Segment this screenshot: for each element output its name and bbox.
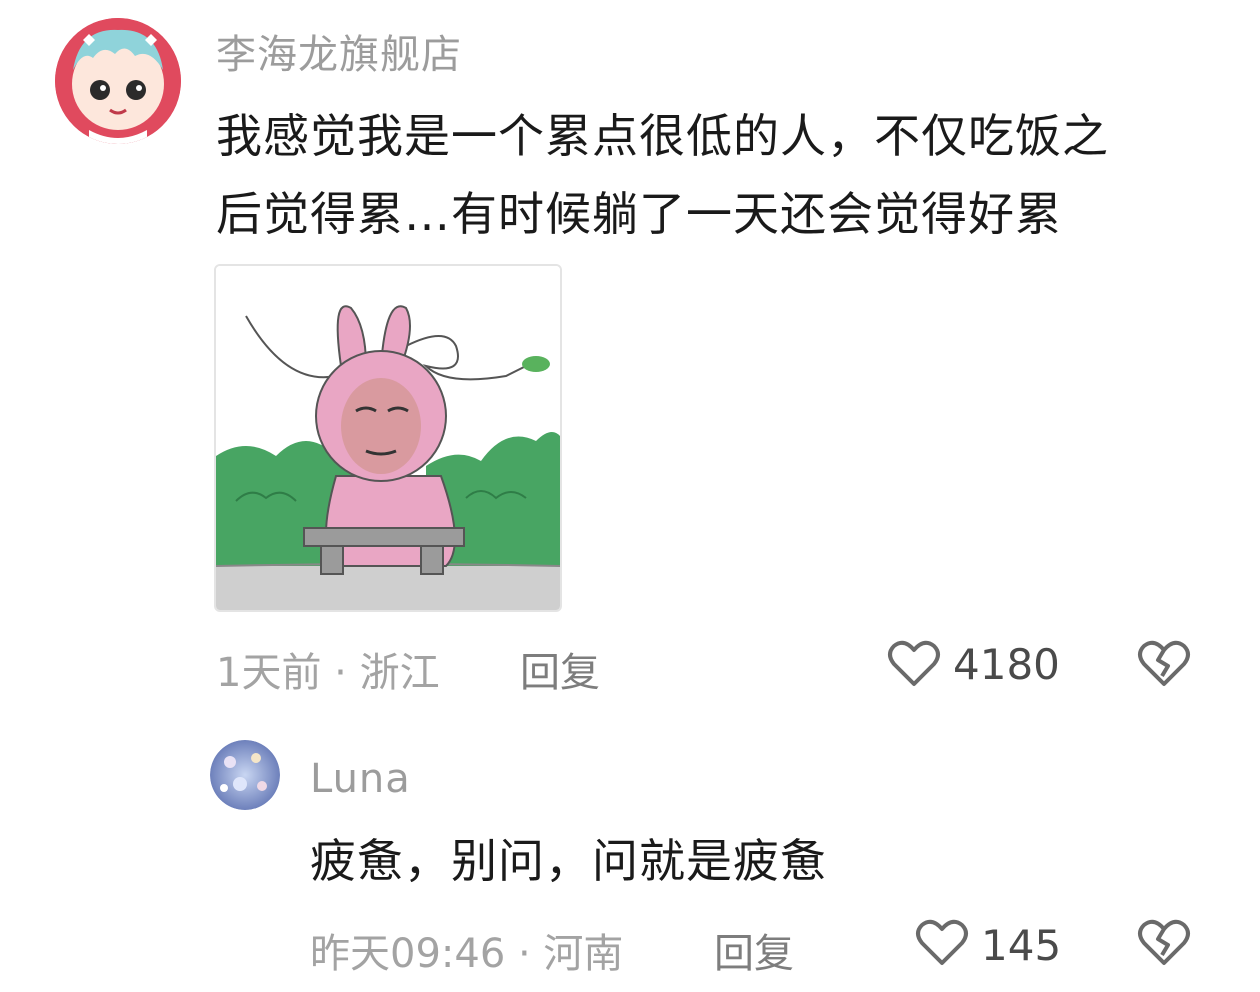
comment-text-main: 我感觉我是一个累点很低的人，不仅吃饭之 后觉得累…有时候躺了一天还会觉得好累	[216, 97, 1109, 253]
comment-text-reply: 疲惫，别问，问就是疲惫	[310, 834, 827, 888]
comment-text-line1: 我感觉我是一个累点很低的人，不仅吃饭之	[216, 109, 1109, 163]
like-count-main: 4180	[953, 640, 1060, 689]
time-location-reply: 昨天09:46 · 河南	[310, 931, 624, 977]
dislike-heart-icon[interactable]	[1136, 636, 1192, 692]
dislike-heart-icon[interactable]	[1136, 915, 1192, 971]
avatar[interactable]	[55, 18, 181, 144]
username-reply[interactable]: Luna	[310, 756, 411, 802]
reply-button-main[interactable]: 回复	[520, 640, 600, 698]
time-location-main: 1天前 · 浙江	[216, 650, 440, 696]
heart-icon[interactable]	[914, 915, 970, 971]
avatar[interactable]	[210, 740, 280, 810]
heart-icon[interactable]	[886, 636, 942, 692]
username-main[interactable]: 李海龙旗舰店	[216, 22, 462, 80]
comment-image[interactable]	[214, 264, 562, 612]
comment-text-line2: 后觉得累…有时候躺了一天还会觉得好累	[216, 187, 1062, 241]
like-count-reply: 145	[981, 921, 1062, 970]
reply-button-reply[interactable]: 回复	[714, 921, 794, 979]
